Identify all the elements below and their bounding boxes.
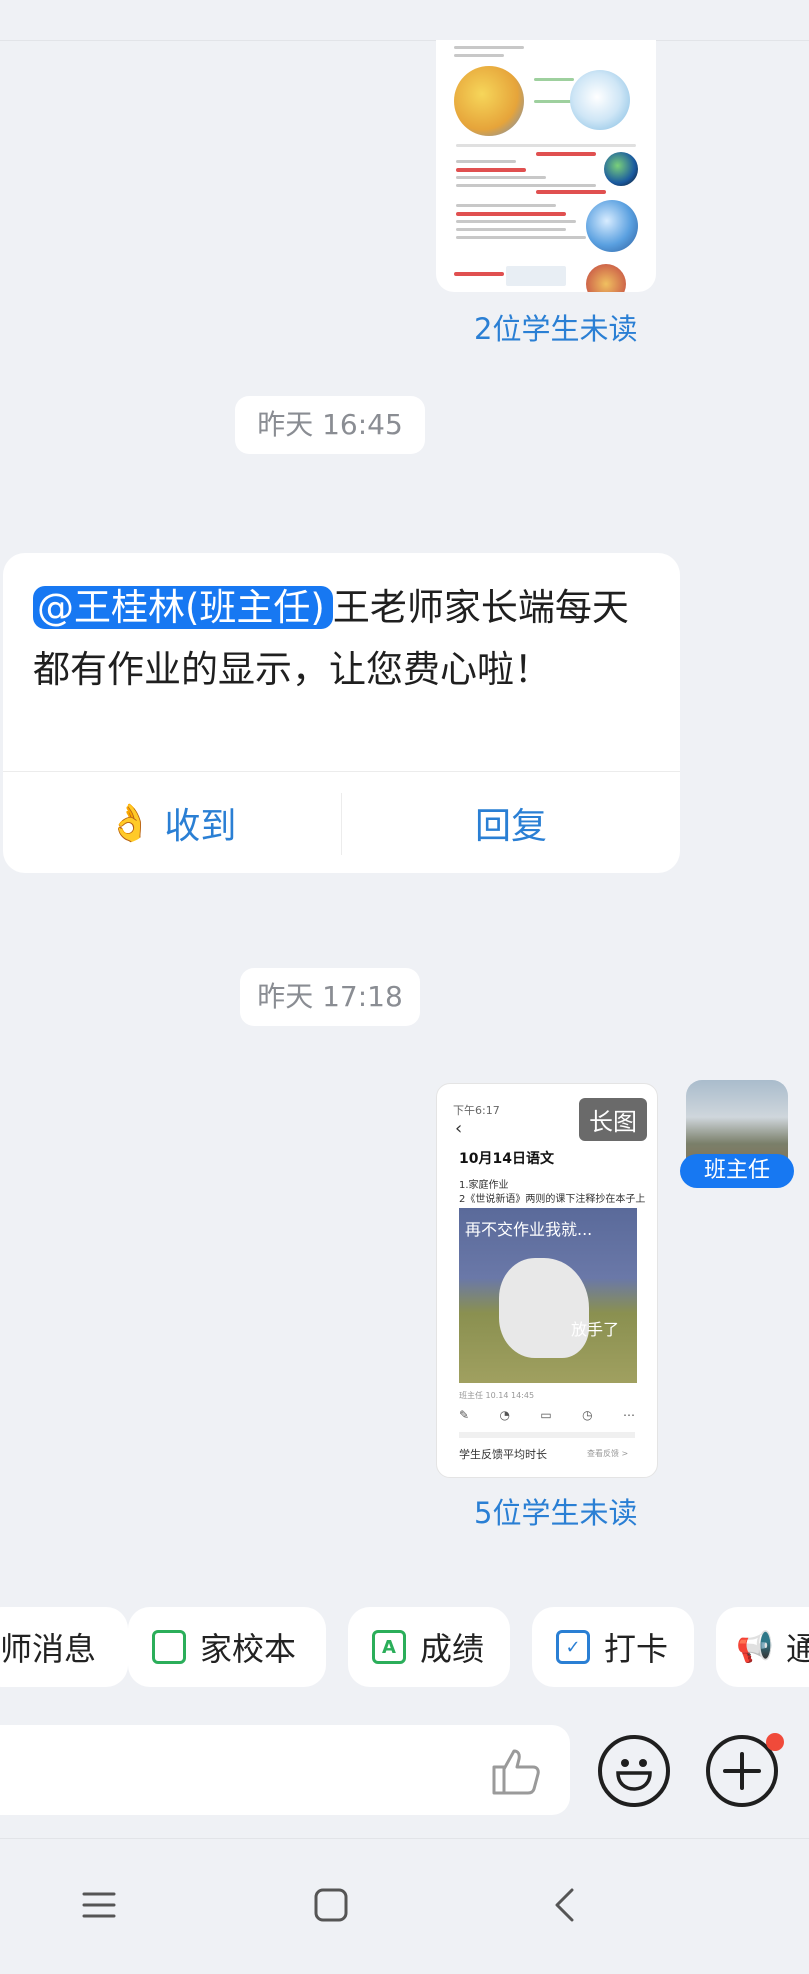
unread-count[interactable]: 5位学生未读: [474, 1490, 637, 1532]
timestamp: 昨天 17:18: [240, 968, 420, 1026]
timestamp: 昨天 16:45: [235, 396, 425, 454]
homework-title: 10月14日语文: [459, 1151, 554, 1167]
chart-icon: ◔: [499, 1408, 510, 1422]
acknowledge-button[interactable]: 👌 收到: [3, 772, 341, 873]
folder-icon: ▭: [540, 1408, 552, 1422]
author-line: 班主任 10.14 14:45: [459, 1391, 535, 1400]
status-bar-text: 下午6:17: [453, 1104, 500, 1117]
clock-icon: ◷: [582, 1408, 593, 1422]
notification-dot: [766, 1733, 784, 1751]
acknowledge-label: 收到: [164, 805, 237, 847]
message-text-field[interactable]: [20, 1743, 474, 1799]
message-input[interactable]: [0, 1725, 570, 1815]
back-chevron-icon: ‹: [455, 1118, 463, 1139]
edit-icon: ✎: [459, 1408, 470, 1422]
menu-icon[interactable]: [82, 1891, 116, 1919]
feedback-link: 查看反馈 >: [587, 1449, 629, 1458]
unread-count[interactable]: 2位学生未读: [474, 306, 637, 348]
homework-long-image[interactable]: 下午6:17 ‹ 长图 10月14日语文 1.家庭作业 2《世说新语》两则的课下…: [436, 1083, 658, 1478]
homework-line: 1.家庭作业: [459, 1180, 509, 1191]
mention-message-bubble: @王桂林(班主任) 王老师家长端每天都有作业的显示，让您费心啦！ 👌 收到 回复: [3, 553, 680, 873]
back-icon[interactable]: [552, 1887, 576, 1923]
homework-line: 2《世说新语》两则的课下注释抄在本子上: [459, 1194, 646, 1205]
mention-tag[interactable]: @王桂林(班主任): [33, 586, 333, 629]
divider: [459, 1432, 635, 1438]
homework-doc-image[interactable]: [436, 40, 656, 292]
top-bar: [0, 0, 809, 41]
chip-label: 通: [786, 1630, 809, 1668]
reply-button[interactable]: 回复: [342, 772, 680, 873]
emoji-icon[interactable]: [598, 1735, 670, 1807]
chip-label: 打卡: [604, 1630, 669, 1668]
action-icons: ✎ ◔ ▭ ◷ ⋯: [459, 1408, 635, 1422]
reply-label: 回复: [474, 805, 547, 847]
quick-action-home-school-book[interactable]: 家校本: [128, 1607, 326, 1687]
meme-caption: 放手了: [571, 1320, 620, 1339]
home-icon[interactable]: [313, 1887, 349, 1923]
megaphone-icon: 📢: [736, 1629, 774, 1665]
calendar-check-icon: ✓: [556, 1630, 590, 1664]
quick-action-teacher-message[interactable]: 师消息: [0, 1607, 128, 1687]
meme-caption: 再不交作业我就...: [465, 1220, 593, 1239]
grade-icon: A: [372, 1630, 406, 1664]
meme-image: 再不交作业我就... 放手了: [459, 1208, 637, 1383]
feedback-label: 学生反馈平均时长: [459, 1448, 547, 1461]
thumbs-up-icon[interactable]: [488, 1745, 544, 1797]
message-text: @王桂林(班主任) 王老师家长端每天都有作业的显示，让您费心啦！: [33, 577, 653, 701]
chip-label: 师消息: [0, 1630, 97, 1668]
notebook-icon: [152, 1630, 186, 1664]
chip-label: 成绩: [420, 1630, 485, 1668]
quick-action-notice[interactable]: 📢 通: [716, 1607, 809, 1687]
quick-action-check-in[interactable]: ✓ 打卡: [532, 1607, 694, 1687]
more-icon: ⋯: [623, 1408, 635, 1422]
quick-action-grades[interactable]: A 成绩: [348, 1607, 510, 1687]
long-image-badge: 长图: [579, 1098, 647, 1141]
cat-figure: [499, 1258, 589, 1358]
system-nav-bar: [0, 1838, 809, 1974]
chip-label: 家校本: [200, 1630, 297, 1668]
ok-hand-icon: 👌: [107, 802, 153, 844]
role-badge: 班主任: [680, 1154, 794, 1188]
